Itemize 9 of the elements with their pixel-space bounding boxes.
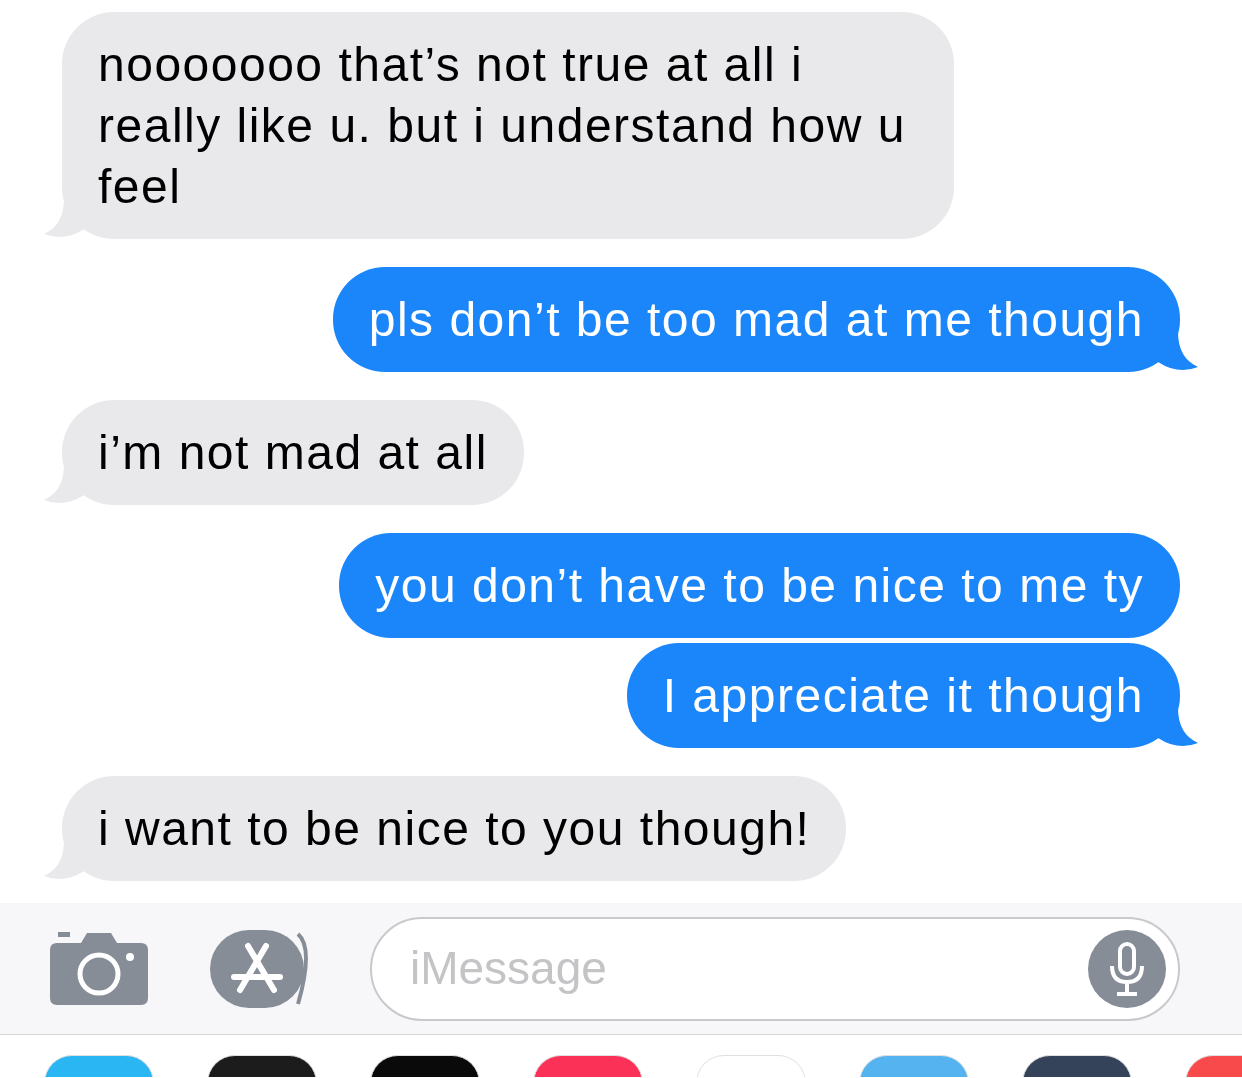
microphone-icon[interactable] — [1088, 929, 1166, 1008]
message-bubble: i want to be nice to you though! — [62, 776, 847, 881]
camera-icon[interactable] — [50, 931, 148, 1006]
message-input-field[interactable]: iMessage — [370, 916, 1180, 1021]
message-bubble: pls don’t be too mad at me though — [332, 267, 1180, 372]
message-bubble: i’m not mad at all — [62, 400, 524, 505]
message-bubble: you don’t have to be nice to me ty — [339, 533, 1180, 638]
message-bubble: I appreciate it though — [626, 643, 1180, 748]
message-bubble: nooooooo that’s not true at all i really like u. but i understand how u feel — [62, 12, 954, 239]
